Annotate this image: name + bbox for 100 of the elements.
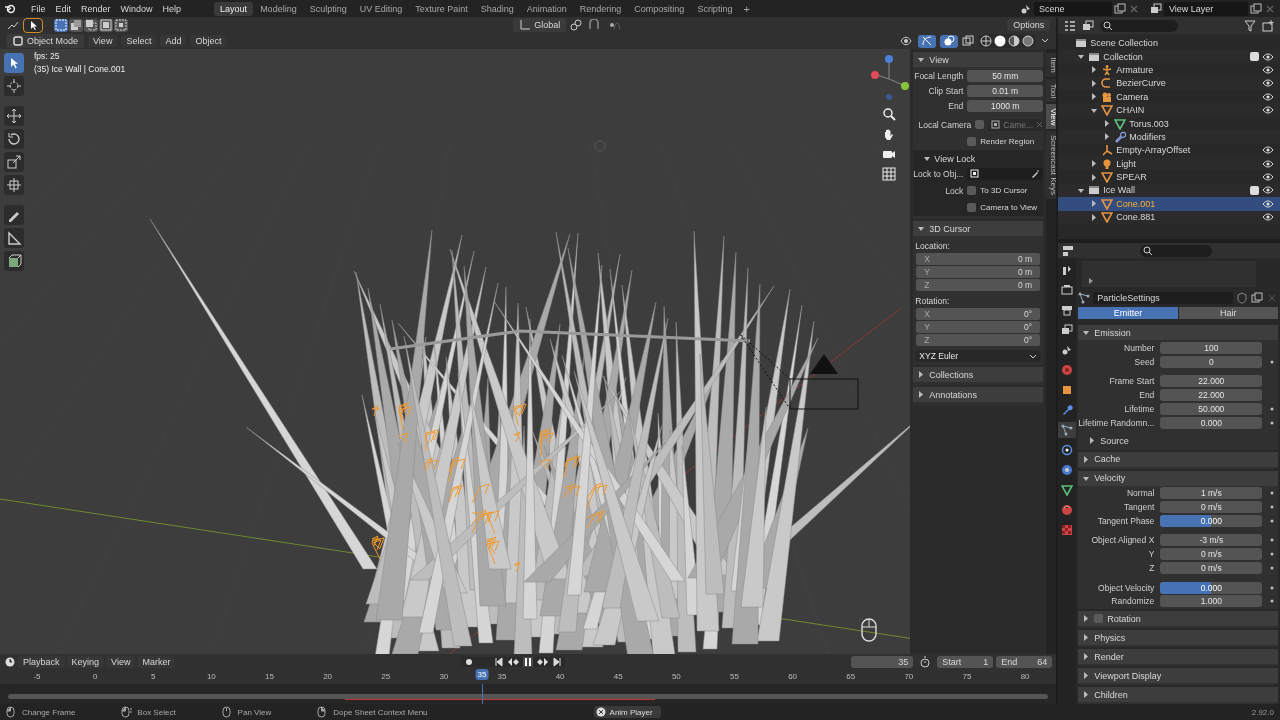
collapsed-arrow-icon[interactable] bbox=[917, 370, 926, 380]
object-icon[interactable] bbox=[1061, 384, 1074, 397]
copy-icon[interactable] bbox=[1114, 2, 1126, 15]
tool-button[interactable] bbox=[4, 129, 24, 150]
checkbox[interactable] bbox=[967, 137, 977, 147]
search-field[interactable] bbox=[1140, 244, 1213, 257]
particles-icon[interactable] bbox=[1078, 292, 1091, 305]
value-field[interactable]: 0.000 bbox=[1160, 416, 1263, 429]
menu-item[interactable]: Window bbox=[115, 2, 158, 15]
panel-header[interactable]: Rotation bbox=[1078, 611, 1278, 627]
printer-icon[interactable] bbox=[1061, 304, 1074, 317]
menu-item[interactable]: Object bbox=[190, 35, 227, 48]
tool-button[interactable] bbox=[4, 205, 24, 226]
checkbox[interactable] bbox=[1250, 185, 1259, 195]
search-field[interactable] bbox=[1100, 19, 1179, 32]
panel-header[interactable]: Velocity bbox=[1078, 470, 1278, 486]
collapsed-arrow-icon[interactable] bbox=[1082, 614, 1091, 624]
xray-icon[interactable] bbox=[962, 35, 975, 48]
vector-field[interactable]: Z 0° bbox=[916, 334, 1041, 347]
menu-item[interactable]: Playback bbox=[18, 655, 65, 668]
tool-button[interactable] bbox=[4, 251, 24, 272]
cancel-icon[interactable] bbox=[595, 707, 606, 718]
collapsed-arrow-icon[interactable] bbox=[1082, 652, 1091, 662]
eye-icon[interactable] bbox=[1262, 64, 1274, 75]
panel-header[interactable]: Cache bbox=[1078, 451, 1278, 467]
value-field[interactable]: 0 m/s bbox=[1160, 501, 1263, 514]
vector-field[interactable]: Z 0 m bbox=[916, 279, 1041, 292]
keyframe-dot-icon[interactable] bbox=[1269, 566, 1274, 571]
eye-icon[interactable] bbox=[1262, 185, 1274, 196]
clock-editor-icon[interactable] bbox=[4, 655, 16, 668]
collapsed-arrow-icon[interactable] bbox=[917, 390, 926, 400]
keyframe-dot-icon[interactable] bbox=[1269, 420, 1274, 425]
options-dropdown[interactable]: Options bbox=[1007, 19, 1051, 32]
tool-button[interactable] bbox=[4, 106, 24, 127]
start-frame-field[interactable]: Start 1 bbox=[937, 655, 994, 668]
checkbox[interactable] bbox=[1094, 614, 1104, 624]
running-job[interactable]: Anim Player bbox=[593, 706, 661, 719]
keyframe-dot-icon[interactable] bbox=[1269, 538, 1274, 543]
view-layer-field[interactable]: View Layer bbox=[1164, 1, 1248, 16]
eye-icon[interactable] bbox=[1262, 212, 1274, 223]
keyframe-dot-icon[interactable] bbox=[1269, 406, 1274, 411]
scene-icon[interactable] bbox=[1061, 344, 1074, 357]
tool-button[interactable] bbox=[4, 76, 24, 97]
camera-drawing[interactable] bbox=[739, 333, 859, 410]
outliner-row[interactable]: SPEAR bbox=[1058, 170, 1280, 184]
mode-dropdown[interactable]: Object Mode bbox=[6, 34, 85, 49]
zoom-icon[interactable] bbox=[882, 107, 897, 122]
menu-item[interactable]: Select bbox=[121, 35, 157, 48]
workspace-tab[interactable]: Texture Paint bbox=[409, 1, 474, 16]
orientation-dropdown[interactable]: Global bbox=[513, 18, 567, 33]
checkbox[interactable] bbox=[967, 203, 977, 213]
keyframe-dot-icon[interactable] bbox=[1269, 518, 1274, 523]
menu-item[interactable]: Marker bbox=[137, 655, 176, 668]
end-frame-field[interactable]: End 64 bbox=[996, 655, 1053, 668]
jump-end-icon[interactable] bbox=[552, 656, 563, 667]
value-field[interactable]: -3 m/s bbox=[1160, 534, 1263, 547]
checkbox[interactable] bbox=[967, 186, 977, 196]
eye-icon[interactable] bbox=[1262, 91, 1274, 102]
collapsed-arrow-icon[interactable] bbox=[1088, 436, 1097, 445]
tool-button[interactable] bbox=[4, 228, 24, 249]
workspace-tab[interactable]: Compositing bbox=[628, 1, 691, 16]
value-field[interactable]: 100 bbox=[1160, 341, 1263, 354]
axis-gizmo-icon[interactable] bbox=[869, 53, 910, 102]
vector-field[interactable]: Y 0° bbox=[916, 321, 1041, 334]
collapsed-arrow-icon[interactable] bbox=[1090, 78, 1099, 88]
next-keyframe-icon[interactable] bbox=[536, 656, 550, 667]
settings-name-field[interactable]: ParticleSettings bbox=[1093, 292, 1233, 305]
eye-icon[interactable] bbox=[1262, 145, 1274, 156]
value-field[interactable]: 0 m/s bbox=[1160, 562, 1263, 575]
gizmo-toggle-icon[interactable] bbox=[921, 35, 934, 48]
particles-icon[interactable] bbox=[1061, 424, 1074, 437]
collapsed-arrow-icon[interactable] bbox=[1090, 199, 1099, 209]
new-collection-icon[interactable] bbox=[1262, 19, 1274, 32]
workspace-tab[interactable]: Scripting bbox=[691, 1, 739, 16]
panel-header[interactable]: 3D Cursor bbox=[913, 221, 1044, 237]
jump-start-icon[interactable] bbox=[494, 656, 505, 667]
collapsed-arrow-icon[interactable] bbox=[1090, 92, 1099, 102]
collapsed-arrow-icon[interactable] bbox=[1090, 212, 1099, 222]
filter-icon[interactable] bbox=[1244, 19, 1256, 32]
keyframe-dot-icon[interactable] bbox=[1269, 505, 1274, 510]
value-field[interactable]: 50.000 bbox=[1160, 402, 1263, 415]
transform-gizmo-icon[interactable] bbox=[6, 19, 20, 32]
menu-item[interactable]: Render bbox=[76, 2, 116, 15]
copy-icon[interactable] bbox=[1251, 292, 1263, 305]
eye-icon[interactable] bbox=[1262, 172, 1274, 183]
checkbox[interactable] bbox=[975, 120, 985, 130]
view-layer-icon[interactable] bbox=[1082, 19, 1095, 32]
workspace-tab[interactable]: Rendering bbox=[573, 1, 628, 16]
workspace-tab[interactable]: Shading bbox=[474, 1, 520, 16]
menu-item[interactable]: Keying bbox=[66, 655, 105, 668]
material-shading-icon[interactable] bbox=[1008, 35, 1021, 48]
pause-icon[interactable] bbox=[523, 656, 534, 667]
render-camera-icon[interactable] bbox=[1061, 284, 1074, 297]
tool-button[interactable] bbox=[4, 175, 24, 196]
workspace-tab[interactable]: Layout bbox=[214, 1, 254, 16]
panel-header[interactable]: View bbox=[913, 52, 1044, 68]
panel-header[interactable]: Render bbox=[1078, 649, 1278, 665]
subpanel-header[interactable]: View Lock bbox=[913, 152, 1044, 166]
stopwatch-icon[interactable] bbox=[919, 655, 932, 668]
spear-drawing[interactable] bbox=[389, 329, 751, 351]
